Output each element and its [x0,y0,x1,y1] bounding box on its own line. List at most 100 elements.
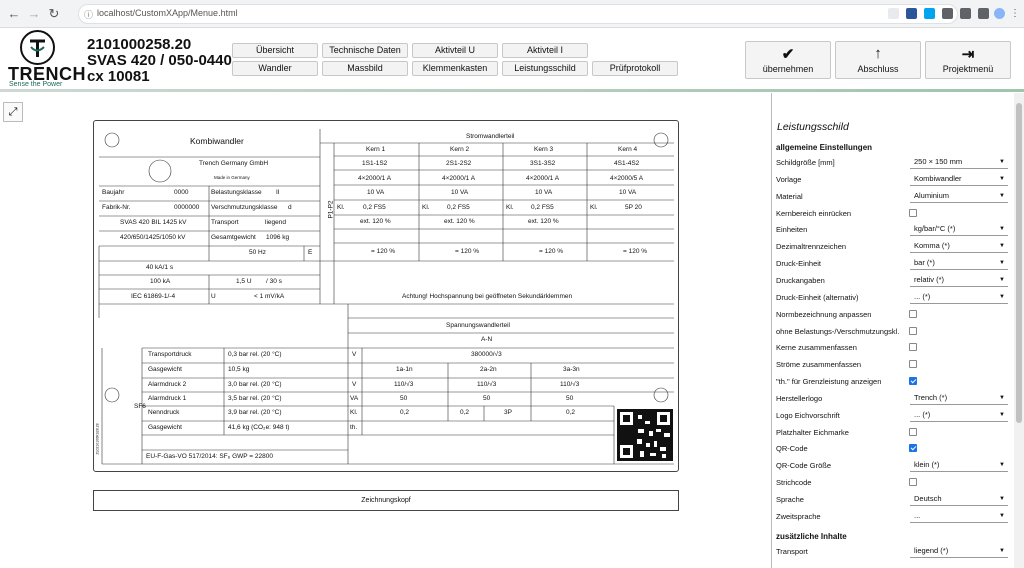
kern-cell: 10 VA [451,189,469,196]
setting-select[interactable]: klein (*) ▼ [910,459,1008,473]
forward-icon[interactable]: → [26,6,42,22]
plate-current-part: Stromwandlerteil [466,133,515,140]
setting-checkbox[interactable] [909,478,917,487]
plate-cell: 420/650/1425/1050 kV [120,234,186,241]
section-general: allgemeine Einstellungen [776,143,873,152]
setting-select[interactable]: Trench (*) ▼ [910,391,1008,405]
kern-cell: 4×2000/5 A [610,175,644,182]
setting-checkbox[interactable] [909,360,917,369]
cx-number: cx 10081 [87,68,150,85]
projektmenue-button[interactable]: ⇥ Projektmenü [925,41,1011,79]
puzzle-icon[interactable] [960,8,971,19]
setting-select[interactable]: liegend (*) ▼ [910,545,1008,558]
setting-select-value: liegend (*) [914,546,949,555]
tab-klemmenkasten[interactable]: Klemmenkasten [412,61,498,76]
setting-select-value: klein (*) [914,460,940,470]
plate-ith: 40 kA/1 s [146,264,174,271]
winding-cell: 110/√3 [394,381,414,388]
menu-icon[interactable]: ⋮ [1010,8,1021,19]
setting-checkbox[interactable] [909,343,917,352]
share-icon[interactable] [888,8,899,19]
kern-cell: 0,2 FS5 [447,204,470,211]
setting-select[interactable]: kg/bar/°C (*) ▼ [910,223,1008,237]
address-bar[interactable]: ⓘ localhost/CustomXApp/Menue.html [78,4,958,24]
plate-title: Kombiwandler [190,136,244,146]
chevron-down-icon: ▼ [999,512,1005,519]
setting-select[interactable]: ... ▼ [910,509,1008,523]
setting-checkbox[interactable] [909,309,917,318]
panel-scrollbar[interactable] [1014,93,1024,568]
profile-icon[interactable] [994,8,1005,19]
word-extension-icon[interactable] [906,8,917,19]
plate-side-code: ZL0210106KS28.28 [95,423,100,455]
tab-aktivteil-u[interactable]: Aktivteil U [412,43,498,58]
plate-cell: / 30 s [266,278,282,285]
setting-select-value: Komma (*) [914,241,950,251]
settings-extension-icon[interactable] [942,8,953,19]
setting-select[interactable]: relativ (*) ▼ [910,273,1008,287]
setting-label: QR-Code [776,444,808,454]
setting-label: Strichcode [776,478,812,488]
chevron-down-icon: ▼ [999,175,1005,182]
tab-massbild[interactable]: Massbild [322,61,408,76]
setting-select[interactable]: ... (*) ▼ [910,408,1008,422]
setting-select[interactable]: Kombiwandler ▼ [910,172,1008,186]
chevron-down-icon: ▼ [999,462,1005,469]
sidebar-icon[interactable] [978,8,989,19]
section-additional: zusätzliche Inhalte [776,532,847,541]
plate-cell: Transport [211,219,239,226]
plate-cell: d [288,204,292,211]
setting-select[interactable]: ... (*) ▼ [910,290,1008,304]
plate-idyn: 100 kA [150,278,171,285]
setting-select-value: Deutsch [914,494,942,503]
tab-pruefprotokoll[interactable]: Prüfprotokoll [592,61,678,76]
plate-cell: liegend [265,219,286,226]
chevron-down-icon: ▼ [999,260,1005,267]
setting-checkbox[interactable] [909,444,917,453]
setting-select[interactable]: Deutsch ▼ [910,493,1008,506]
info-icon[interactable]: ⓘ [84,8,93,21]
plate-cell: < 1 mV/kA [254,293,285,300]
setting-select[interactable]: Komma (*) ▼ [910,240,1008,254]
setting-label: Material [776,191,803,201]
setting-select-value: Kombiwandler [914,173,962,183]
tab-uebersicht[interactable]: Übersicht [232,43,318,58]
uebernehmen-button[interactable]: ✔ übernehmen [745,41,831,79]
setting-label: Logo Eichvorschrift [776,410,840,420]
kern-header: Kern 1 [366,146,386,153]
setting-checkbox[interactable] [909,208,917,217]
kern-cell: 5P 20 [625,204,642,211]
setting-checkbox[interactable] [909,326,917,335]
plate-cell: Verschmutzungsklasse [211,204,278,211]
setting-select[interactable]: Aluminium ▼ [910,189,1008,203]
setting-select[interactable]: bar (*) ▼ [910,257,1008,271]
tab-aktivteil-i[interactable]: Aktivteil I [502,43,588,58]
chevron-down-icon: ▼ [999,159,1005,165]
setting-checkbox[interactable] [909,427,917,436]
fit-zoom-icon[interactable]: ⤢ [3,102,23,122]
setting-checkbox[interactable] [909,377,917,386]
tab-technische-daten[interactable]: Technische Daten [322,43,408,58]
sf6-cell: 41,6 kg (CO₂e: 948 t) [228,424,290,431]
sf6-cell: Alarmdruck 2 [148,381,187,388]
scrollbar-thumb[interactable] [1016,103,1022,423]
plate-cell: Baujahr [102,189,125,196]
tab-wandler[interactable]: Wandler [232,61,318,76]
sf6-cell: 3,0 bar rel. (20 °C) [228,381,282,388]
plate-cell: th. [350,424,358,431]
kern-cell: = 120 % [539,248,564,255]
windows-extension-icon[interactable] [924,8,935,19]
winding-cell: 0,2 [400,409,410,416]
plate-cell: SVAS 420 BIL 1425 kV [120,219,187,226]
plate-cell: II [276,189,280,196]
abschluss-button[interactable]: ↑ Abschluss [835,41,921,79]
kern-cell: Kl. [590,204,598,211]
kern-cell: 0,2 FS5 [363,204,386,211]
back-icon[interactable]: ← [6,6,22,22]
setting-select-value: ... (*) [914,291,931,301]
sf6-cell: Gasgewicht [148,366,182,373]
kern-cell: 4S1-4S2 [614,160,640,167]
tab-leistungsschild[interactable]: Leistungsschild [502,61,588,76]
reload-icon[interactable]: ↻ [46,6,62,22]
setting-select[interactable]: 250 × 150 mm ▼ [910,156,1008,169]
